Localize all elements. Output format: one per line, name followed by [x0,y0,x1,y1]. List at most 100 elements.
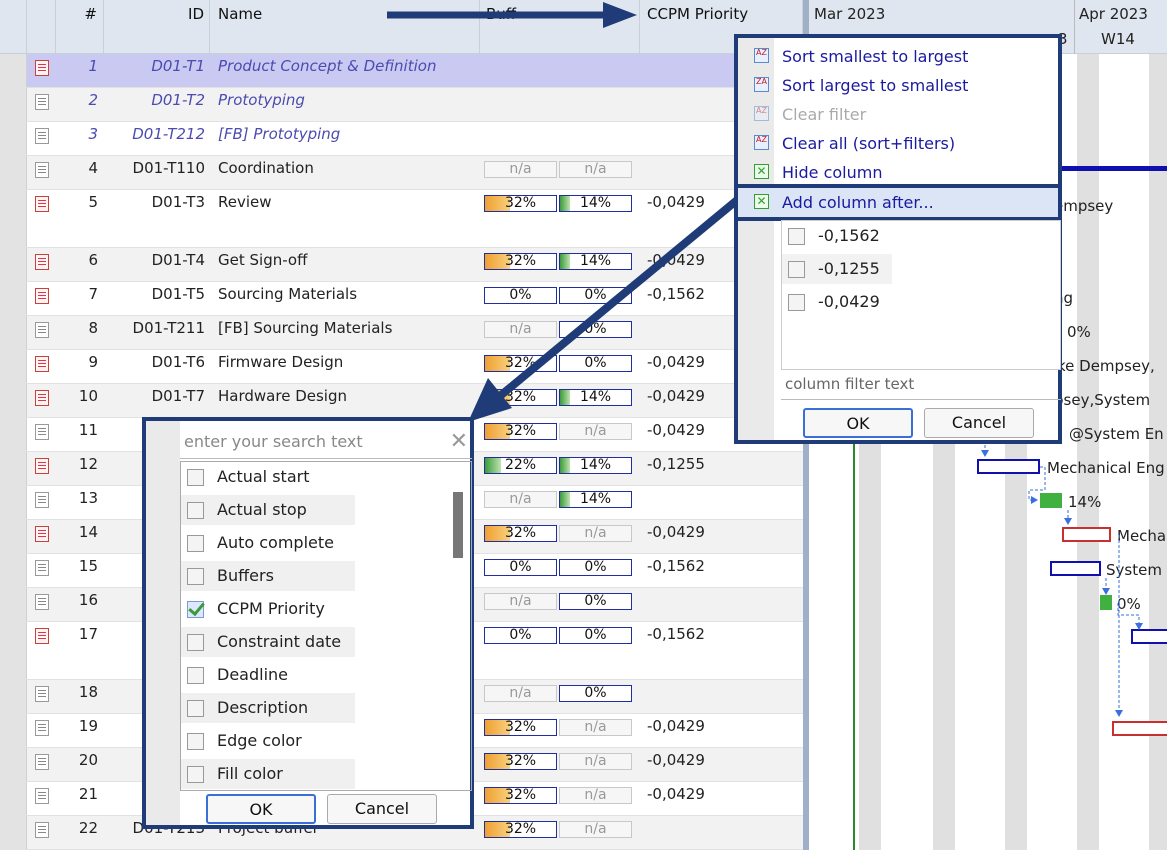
task-name[interactable]: Get Sign-off [210,248,480,281]
row-gutter[interactable] [0,156,27,189]
task-document-icon[interactable] [34,288,49,304]
row-gutter[interactable] [0,190,27,247]
checkbox[interactable] [788,228,805,245]
task-document-icon[interactable] [34,822,49,838]
menu-sort-ascending[interactable]: AZ Sort smallest to largest [738,42,1058,71]
table-row[interactable]: 2 D01-T2 Prototyping [0,88,803,122]
header-num[interactable]: # [56,0,104,54]
clear-search-icon[interactable]: ✕ [450,425,468,459]
row-gutter[interactable] [0,816,27,849]
column-option[interactable]: Constraint date [181,627,355,657]
column-option[interactable]: Deadline [181,660,355,690]
checkbox[interactable] [187,535,204,552]
column-option[interactable]: Actual stop [181,495,355,525]
checkbox[interactable] [788,294,805,311]
row-gutter[interactable] [0,54,27,87]
task-name[interactable]: Prototyping [210,88,480,121]
task-name[interactable]: Product Concept & Definition [210,54,480,87]
column-search-input[interactable]: enter your search text ✕ [180,425,472,459]
task-document-icon[interactable] [34,492,49,508]
filter-ok-button[interactable]: OK [803,408,913,438]
row-gutter[interactable] [0,384,27,417]
menu-sort-descending[interactable]: ZA Sort largest to smallest [738,71,1058,100]
table-row[interactable]: 1 D01-T1 Product Concept & Definition [0,54,803,88]
checkbox[interactable] [187,568,204,585]
picker-ok-button[interactable]: OK [206,794,316,824]
checkbox[interactable] [187,667,204,684]
row-gutter[interactable] [0,316,27,349]
filter-cancel-button[interactable]: Cancel [924,408,1034,438]
row-gutter[interactable] [0,782,27,815]
task-document-icon[interactable] [34,196,49,212]
checkbox[interactable] [187,766,204,783]
row-gutter[interactable] [0,748,27,781]
column-option[interactable]: Actual start [181,462,355,492]
table-row[interactable]: 4 D01-T110 Coordination n/a n/a [0,156,803,190]
hide-column-icon: ✕ [754,164,769,179]
row-gutter[interactable] [0,88,27,121]
row-gutter[interactable] [0,588,27,621]
checkbox[interactable] [187,634,204,651]
filter-value-option[interactable]: -0,0429 [782,287,892,317]
task-document-icon[interactable] [34,720,49,736]
filter-value-option[interactable]: -0,1255 [782,254,892,284]
checkbox[interactable] [187,733,204,750]
column-option[interactable]: Description [181,693,355,723]
row-gutter[interactable] [0,248,27,281]
task-name[interactable]: Review [210,190,480,247]
task-document-icon[interactable] [34,594,49,610]
row-gutter[interactable] [0,418,27,451]
task-name[interactable]: Sourcing Materials [210,282,480,315]
scrollbar-thumb[interactable] [453,492,463,558]
row-gutter[interactable] [0,122,27,155]
task-document-icon[interactable] [34,560,49,576]
row-gutter[interactable] [0,350,27,383]
row-gutter[interactable] [0,452,27,485]
task-document-icon[interactable] [34,162,49,178]
task-document-icon[interactable] [34,254,49,270]
task-document-icon[interactable] [34,356,49,372]
checkbox[interactable] [187,601,204,618]
column-option[interactable]: Auto complete [181,528,355,558]
header-id[interactable]: ID [104,0,210,54]
column-option[interactable]: Buffers [181,561,355,591]
menu-hide-column[interactable]: ✕ Hide column [738,158,1058,187]
column-option[interactable]: Fill color [181,759,355,789]
checkbox[interactable] [187,469,204,486]
row-gutter[interactable] [0,486,27,519]
task-document-icon[interactable] [34,686,49,702]
menu-add-column-after[interactable]: ✕ Add column after... [738,184,1058,221]
menu-clear-all[interactable]: AZ Clear all (sort+filters) [738,129,1058,158]
column-option[interactable]: Edge color [181,726,355,756]
task-document-icon[interactable] [34,322,49,338]
column-option[interactable]: CCPM Priority [181,594,355,624]
row-gutter[interactable] [0,714,27,747]
task-document-icon[interactable] [34,788,49,804]
row-gutter[interactable] [0,622,27,679]
task-document-icon[interactable] [34,754,49,770]
task-name[interactable]: Firmware Design [210,350,480,383]
task-name[interactable]: Coordination [210,156,480,189]
task-name[interactable]: [FB] Prototyping [210,122,480,155]
row-gutter[interactable] [0,520,27,553]
task-document-icon[interactable] [34,628,49,644]
task-document-icon[interactable] [34,60,49,76]
task-document-icon[interactable] [34,458,49,474]
checkbox[interactable] [187,502,204,519]
filter-value-option[interactable]: -0,1562 [782,221,892,251]
table-row[interactable]: 3 D01-T212 [FB] Prototyping [0,122,803,156]
row-gutter[interactable] [0,282,27,315]
task-document-icon[interactable] [34,128,49,144]
row-gutter[interactable] [0,554,27,587]
task-name[interactable]: Hardware Design [210,384,480,417]
row-gutter[interactable] [0,680,27,713]
checkbox[interactable] [788,261,805,278]
task-document-icon[interactable] [34,526,49,542]
task-document-icon[interactable] [34,424,49,440]
task-name[interactable]: [FB] Sourcing Materials [210,316,480,349]
task-document-icon[interactable] [34,94,49,110]
task-document-icon[interactable] [34,390,49,406]
column-filter-input[interactable]: column filter text [781,370,1061,400]
checkbox[interactable] [187,700,204,717]
picker-cancel-button[interactable]: Cancel [327,794,437,824]
